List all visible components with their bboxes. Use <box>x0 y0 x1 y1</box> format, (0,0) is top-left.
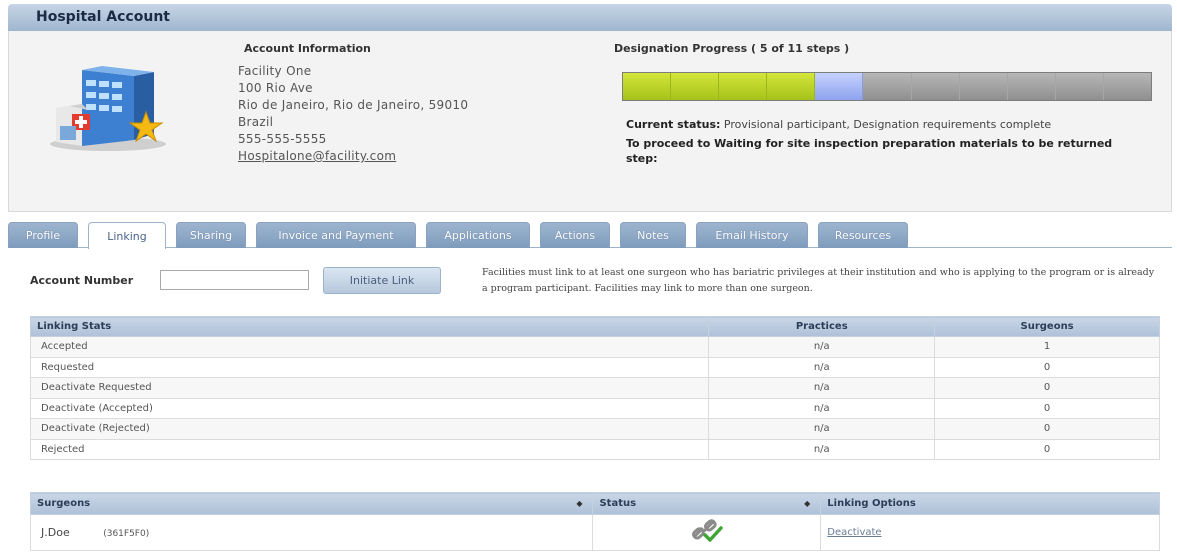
col-header-linking-stats: Linking Stats <box>29 316 710 337</box>
status-cell <box>592 514 822 551</box>
city-state-zip: Rio de Janeiro, Rio de Janeiro, 59010 <box>238 98 469 112</box>
stat-practices: n/a <box>708 418 936 440</box>
table-header-row: Linking Stats Practices Surgeons <box>29 316 1160 337</box>
stat-surgeons: 0 <box>934 438 1160 460</box>
table-row: Rejected n/a 0 <box>29 438 1160 460</box>
country: Brazil <box>238 115 274 129</box>
current-status: Current status: Provisional participant,… <box>626 118 1051 131</box>
tab-bar: Profile Linking Sharing Invoice and Paym… <box>8 222 1172 249</box>
linked-check-icon <box>691 519 723 542</box>
page-title: Hospital Account <box>36 9 170 25</box>
tab-applications[interactable]: Applications <box>426 222 530 248</box>
progress-step-todo <box>959 73 1008 100</box>
table-row: Requested n/a 0 <box>29 356 1160 378</box>
progress-step-todo <box>1103 73 1152 100</box>
progress-heading: Designation Progress ( 5 of 11 steps ) <box>614 42 850 55</box>
surgeon-name: J.Doe <box>41 526 70 539</box>
designation-progress-bar <box>622 72 1152 101</box>
sort-icon[interactable]: ◆ <box>576 499 582 508</box>
stat-name: Deactivate Requested <box>29 377 710 399</box>
tab-profile[interactable]: Profile <box>8 222 78 248</box>
stat-practices: n/a <box>708 397 936 419</box>
stat-practices: n/a <box>708 438 936 460</box>
current-status-value: Provisional participant, Designation req… <box>723 118 1052 131</box>
title-bar: Hospital Account <box>8 4 1172 31</box>
col-header-surgeons-sortable[interactable]: Surgeons ◆ <box>29 492 594 515</box>
table-row: Accepted n/a 1 <box>29 336 1160 358</box>
col-header-surgeons: Surgeons <box>934 316 1160 337</box>
col-header-practices: Practices <box>708 316 936 337</box>
stat-practices: n/a <box>708 377 936 399</box>
progress-step-todo <box>911 73 960 100</box>
progress-step-done <box>719 73 768 100</box>
table-row: Deactivate (Rejected) n/a 0 <box>29 418 1160 440</box>
surgeon-code: (361F5F0) <box>103 529 150 539</box>
tab-linking[interactable]: Linking <box>88 222 166 249</box>
stat-name: Requested <box>29 356 710 378</box>
deactivate-link[interactable]: Deactivate <box>821 527 881 538</box>
initiate-link-button[interactable]: Initiate Link <box>323 267 441 294</box>
table-row: Deactivate Requested n/a 0 <box>29 377 1160 399</box>
col-header-label: Surgeons <box>37 498 91 509</box>
stat-name: Deactivate (Rejected) <box>29 418 710 440</box>
progress-step-todo <box>863 73 912 100</box>
stat-surgeons: 1 <box>934 336 1160 358</box>
stat-surgeons: 0 <box>934 356 1160 378</box>
tab-resources[interactable]: Resources <box>818 222 908 248</box>
table-header-row: Surgeons ◆ Status ◆ Linking Options <box>29 492 1160 515</box>
tab-actions[interactable]: Actions <box>540 222 610 248</box>
email-link[interactable]: Hospitalone@facility.com <box>238 149 396 163</box>
linking-option-cell: Deactivate <box>820 514 1160 551</box>
facility-name: Facility One <box>238 64 312 78</box>
col-header-label: Status <box>599 498 637 509</box>
stat-name: Rejected <box>29 438 710 460</box>
stat-practices: n/a <box>708 336 936 358</box>
progress-step-current <box>815 73 864 100</box>
surgeons-table: Surgeons ◆ Status ◆ Linking Options J.Do… <box>29 492 1160 551</box>
proceed-instruction: To proceed to Waiting for site inspectio… <box>626 137 1113 165</box>
tab-notes[interactable]: Notes <box>620 222 686 248</box>
progress-step-todo <box>1007 73 1056 100</box>
surgeon-cell: J.Doe (361F5F0) <box>29 514 594 551</box>
account-number-label: Account Number <box>30 274 134 287</box>
progress-step-done <box>671 73 720 100</box>
account-info-heading: Account Information <box>244 42 371 55</box>
tab-sharing[interactable]: Sharing <box>176 222 246 248</box>
col-header-status-sortable[interactable]: Status ◆ <box>592 492 822 515</box>
tab-invoice-and-payment[interactable]: Invoice and Payment <box>256 222 416 248</box>
stat-surgeons: 0 <box>934 397 1160 419</box>
stat-surgeons: 0 <box>934 377 1160 399</box>
current-status-label: Current status: <box>626 118 721 131</box>
street-address: 100 Rio Ave <box>238 81 313 95</box>
stat-name: Accepted <box>29 336 710 358</box>
table-row: J.Doe (361F5F0) Deactivate <box>29 514 1160 551</box>
progress-step-todo <box>1055 73 1104 100</box>
stat-surgeons: 0 <box>934 418 1160 440</box>
sort-icon[interactable]: ◆ <box>804 499 810 508</box>
stat-name: Deactivate (Accepted) <box>29 397 710 419</box>
tab-email-history[interactable]: Email History <box>696 222 808 248</box>
stat-practices: n/a <box>708 356 936 378</box>
col-header-linking-options: Linking Options <box>820 492 1160 515</box>
hospital-building-icon <box>50 66 166 151</box>
table-row: Deactivate (Accepted) n/a 0 <box>29 397 1160 419</box>
account-number-input[interactable] <box>160 270 309 290</box>
phone-number: 555-555-5555 <box>238 132 327 146</box>
linking-stats-table: Linking Stats Practices Surgeons Accepte… <box>29 316 1160 460</box>
progress-step-done <box>623 73 672 100</box>
linking-info-text: Facilities must link to at least one sur… <box>482 267 1155 294</box>
progress-step-done <box>767 73 816 100</box>
